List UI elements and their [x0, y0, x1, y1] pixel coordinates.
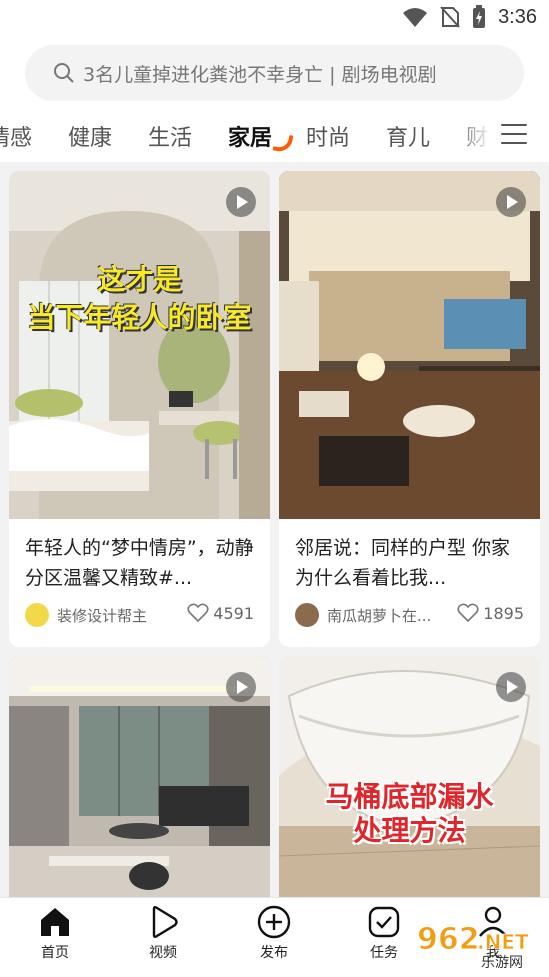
like-button[interactable]: 4591 [187, 603, 254, 623]
play-icon [226, 187, 256, 217]
overlay-line: 处理方法 [353, 814, 466, 847]
nav-home[interactable]: 首页 [20, 904, 90, 962]
heart-icon [457, 603, 479, 623]
battery-charging-icon [473, 5, 486, 28]
nav-publish[interactable]: 发布 [239, 904, 309, 962]
card-title: 邻居说：同样的户型 你家为什么看着比我... [295, 537, 511, 589]
tab-life[interactable]: 生活 [148, 120, 192, 152]
overlay-line: 当下年轻人的卧室 [27, 301, 252, 334]
tab-fade [455, 112, 491, 160]
feed-card[interactable]: 这才是 当下年轻人的卧室 年轻人的“梦中情房”，动静分区温馨又精致#... 装修… [9, 171, 270, 647]
author-name: 南瓜胡萝卜在... [327, 606, 432, 625]
nav-tasks[interactable]: 任务 [349, 904, 419, 962]
avatar [295, 603, 319, 627]
wifi-icon [403, 8, 428, 27]
author-name: 装修设计帮主 [57, 606, 148, 625]
overlay-line: 这才是 [97, 263, 182, 296]
category-tabs: 情感 健康 生活 家居 时尚 育儿 财 [0, 112, 549, 160]
like-button[interactable]: 1895 [457, 603, 524, 623]
tab-fashion[interactable]: 时尚 [306, 120, 350, 152]
plus-circle-icon [257, 905, 291, 939]
play-icon [496, 672, 526, 702]
card-author[interactable]: 装修设计帮主 [25, 603, 147, 627]
svg-text:962: 962 [417, 922, 480, 957]
status-time: 3:36 [498, 5, 537, 28]
no-sim-icon [440, 6, 460, 28]
card-thumbnail [9, 656, 270, 897]
like-count: 1895 [483, 603, 524, 623]
search-bar[interactable]: 3名儿童掉进化粪池不幸身亡 | 剧场电视剧 [25, 45, 524, 101]
home-icon [41, 908, 69, 936]
play-icon [226, 672, 256, 702]
card-author[interactable]: 南瓜胡萝卜在... [295, 603, 431, 627]
svg-text:乐游网: 乐游网 [481, 955, 523, 971]
menu-icon[interactable] [501, 124, 527, 146]
tab-emotion[interactable]: 情感 [0, 120, 32, 152]
feed-card[interactable] [9, 656, 270, 897]
card-title: 年轻人的“梦中情房”，动静分区温馨又精致#... [25, 537, 254, 589]
feed-card[interactable]: 马桶底部漏水 处理方法 [279, 656, 540, 897]
feed-card[interactable]: 邻居说：同样的户型 你家为什么看着比我... 南瓜胡萝卜在... 1895 [279, 171, 540, 647]
nav-label: 发布 [260, 945, 288, 961]
svg-text:.NET: .NET [477, 930, 529, 954]
status-icons: 3:36 [402, 5, 537, 29]
active-tab-indicator [272, 132, 294, 154]
checkbox-icon [368, 906, 400, 938]
search-placeholder: 3名儿童掉进化粪池不幸身亡 | 剧场电视剧 [83, 63, 437, 86]
nav-label: 视频 [149, 945, 177, 961]
nav-label: 任务 [370, 945, 398, 961]
tab-parenting[interactable]: 育儿 [386, 120, 430, 152]
status-bar: 3:36 [0, 0, 549, 36]
search-icon [54, 63, 74, 83]
nav-label: 首页 [41, 945, 69, 961]
overlay-line: 马桶底部漏水 [325, 780, 494, 813]
play-icon [496, 187, 526, 217]
tab-health[interactable]: 健康 [68, 120, 112, 152]
card-thumbnail [279, 171, 540, 519]
avatar [25, 603, 49, 627]
nav-video[interactable]: 视频 [128, 904, 198, 962]
heart-icon [187, 603, 209, 623]
card-thumbnail: 这才是 当下年轻人的卧室 [9, 171, 270, 519]
video-play-icon [152, 906, 178, 938]
card-thumbnail: 马桶底部漏水 处理方法 [279, 656, 540, 897]
watermark-logo: 962 .NET 乐游网 [411, 911, 541, 972]
like-count: 4591 [213, 603, 254, 623]
tab-home[interactable]: 家居 [228, 120, 272, 152]
